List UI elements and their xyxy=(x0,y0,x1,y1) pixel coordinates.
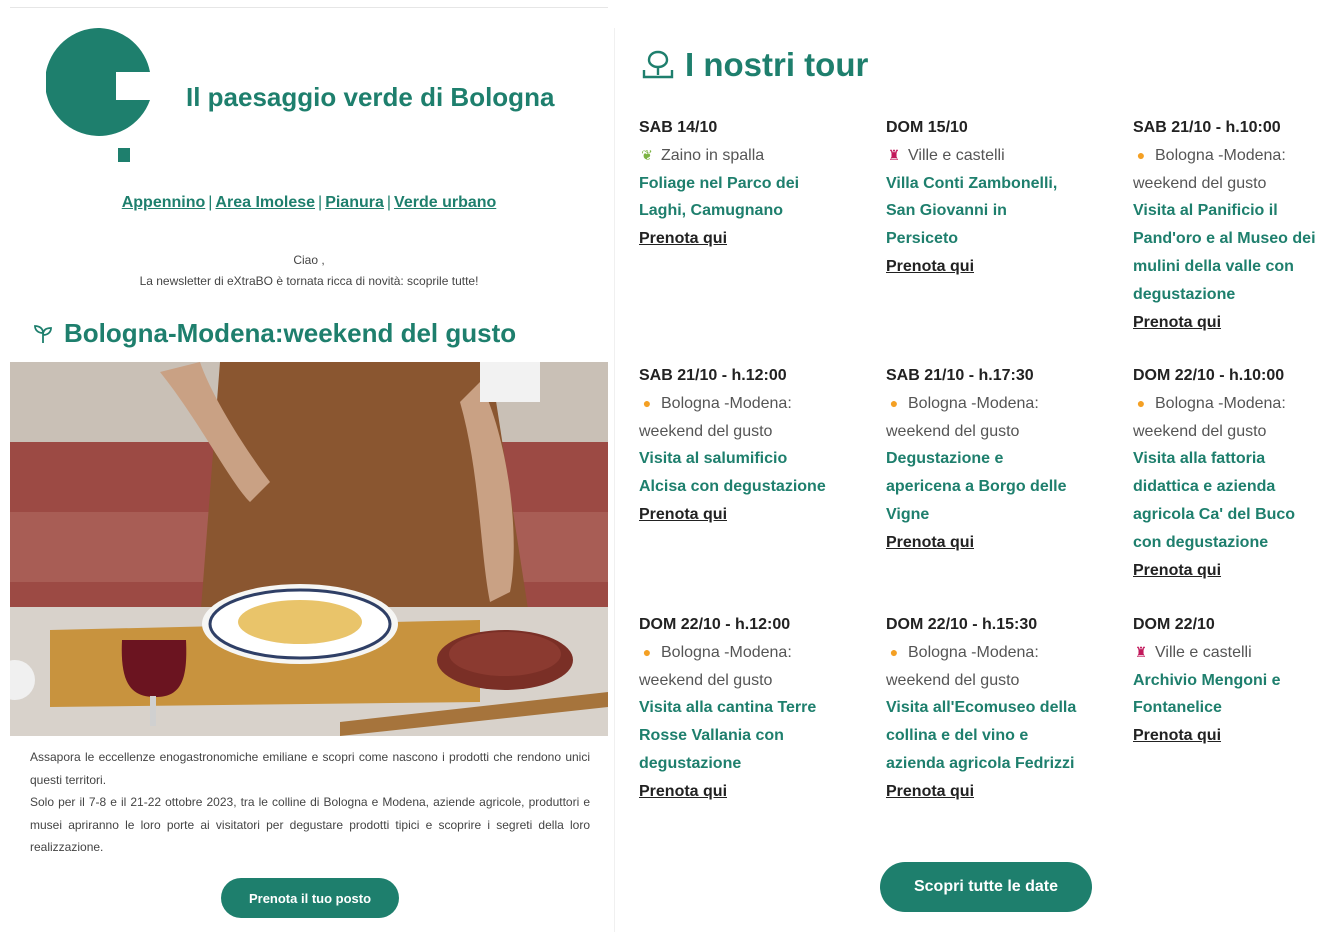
tour-card: SAB 21/10 - h.10:00 ● Bologna -Modena: we… xyxy=(1133,114,1319,336)
book-here-link[interactable]: Prenota qui xyxy=(1133,722,1319,750)
tour-category-label: Zaino in spalla xyxy=(661,146,765,164)
book-your-spot-button[interactable]: Prenota il tuo posto xyxy=(221,878,399,918)
yum-face-icon: ● xyxy=(642,394,652,411)
feature-title-text: Bologna-Modena:weekend del gusto xyxy=(64,318,517,348)
book-here-link[interactable]: Prenota qui xyxy=(886,778,1082,806)
tour-category: ● Bologna -Modena: weekend del gusto xyxy=(639,390,835,446)
tour-title[interactable]: Archivio Mengoni e Fontanelice xyxy=(1133,667,1319,723)
tour-category: ● Bologna -Modena: weekend del gusto xyxy=(886,639,1082,695)
tour-date: DOM 15/10 xyxy=(886,119,968,136)
nav-separator: | xyxy=(386,194,392,211)
tour-category: ● Bologna -Modena: weekend del gusto xyxy=(1133,390,1319,446)
book-here-link[interactable]: Prenota qui xyxy=(1133,557,1319,585)
tour-title[interactable]: Visita al salumificio Alcisa con degusta… xyxy=(639,445,835,501)
tours-title: I nostri tour xyxy=(641,46,868,84)
castle-icon: ♜ xyxy=(887,146,901,163)
feature-title: Bologna-Modena:weekend del gusto xyxy=(32,318,516,349)
tour-category: ● Bologna -Modena: weekend del gusto xyxy=(639,639,835,695)
tour-card: DOM 22/10 - h.12:00 ● Bologna -Modena: we… xyxy=(639,611,835,806)
tour-category-label: Bologna -Modena: weekend del gusto xyxy=(1133,146,1286,192)
nav-separator: | xyxy=(318,194,323,211)
discover-all-dates-button[interactable]: Scopri tutte le date xyxy=(880,862,1092,912)
greeting: Ciao , xyxy=(293,253,325,267)
tour-category-label: Ville e castelli xyxy=(908,146,1005,164)
nav-link-verde-urbano[interactable]: Verde urbano xyxy=(394,194,496,211)
feature-description: Assapora le eccellenze enogastronomiche … xyxy=(30,746,590,859)
tour-card: SAB 21/10 - h.17:30 ● Bologna -Modena: we… xyxy=(886,362,1082,557)
hero-image-cook-pasta xyxy=(10,362,608,736)
tour-category: ● Bologna -Modena: weekend del gusto xyxy=(886,390,1082,446)
yum-face-icon: ● xyxy=(889,643,899,660)
tour-date: SAB 21/10 - h.17:30 xyxy=(886,367,1034,384)
tour-category-label: Bologna -Modena: weekend del gusto xyxy=(639,394,792,440)
castle-icon: ♜ xyxy=(1134,643,1148,660)
nav-separator: | xyxy=(208,194,213,211)
tour-date: SAB 21/10 - h.10:00 xyxy=(1133,119,1281,136)
book-here-link[interactable]: Prenota qui xyxy=(639,225,835,253)
yum-face-icon: ● xyxy=(1136,394,1146,411)
tour-category-label: Bologna -Modena: weekend del gusto xyxy=(886,643,1039,689)
book-here-link[interactable]: Prenota qui xyxy=(639,778,835,806)
tour-date: DOM 22/10 - h.12:00 xyxy=(639,616,791,633)
nav-link-appennino[interactable]: Appennino xyxy=(122,194,206,211)
nav-link-area-imolese[interactable]: Area Imolese xyxy=(215,194,315,211)
tour-category: ♜ Ville e castelli xyxy=(886,142,1082,170)
tour-title[interactable]: Visita all'Ecomuseo della collina e del … xyxy=(886,694,1082,777)
greeting-block: Ciao , La newsletter di eXtraBO è tornat… xyxy=(10,250,608,292)
tours-column: I nostri tour SAB 14/10 ❦ Zaino in spalla… xyxy=(615,0,1322,932)
tour-category-label: Ville e castelli xyxy=(1155,643,1252,661)
leaf-icon: ❦ xyxy=(641,146,653,163)
tour-date: SAB 21/10 - h.12:00 xyxy=(639,367,787,384)
tour-title[interactable]: Degustazione e apericena a Borgo delle V… xyxy=(886,445,1082,528)
top-divider xyxy=(10,7,608,8)
tour-date: SAB 14/10 xyxy=(639,119,718,136)
tour-card: DOM 22/10 ♜ Ville e castelli Archivio Men… xyxy=(1133,611,1319,750)
feature-paragraph: Assapora le eccellenze enogastronomiche … xyxy=(30,750,590,787)
tour-category: ❦ Zaino in spalla xyxy=(639,142,835,170)
tour-card: SAB 21/10 - h.12:00 ● Bologna -Modena: we… xyxy=(639,362,835,529)
yum-face-icon: ● xyxy=(1136,146,1146,163)
tours-title-text: I nostri tour xyxy=(685,46,869,83)
tour-title[interactable]: Villa Conti Zambonelli, San Giovanni in … xyxy=(886,170,1082,253)
tour-date: DOM 22/10 - h.15:30 xyxy=(886,616,1038,633)
tour-card: SAB 14/10 ❦ Zaino in spalla Foliage nel P… xyxy=(639,114,835,253)
book-here-link[interactable]: Prenota qui xyxy=(886,253,1082,281)
book-here-link[interactable]: Prenota qui xyxy=(639,501,835,529)
tour-title[interactable]: Visita al Panificio il Pand'oro e al Mus… xyxy=(1133,197,1319,308)
tour-category: ● Bologna -Modena: weekend del gusto xyxy=(1133,142,1319,198)
tour-title[interactable]: Visita alla fattoria didattica e azienda… xyxy=(1133,445,1319,556)
book-here-link[interactable]: Prenota qui xyxy=(886,529,1082,557)
yum-face-icon: ● xyxy=(889,394,899,411)
tree-location-icon xyxy=(642,50,674,79)
tour-date: DOM 22/10 xyxy=(1133,616,1215,633)
intro-text: La newsletter di eXtraBO è tornata ricca… xyxy=(139,274,479,288)
extrabo-logo xyxy=(46,28,150,162)
tour-category-label: Bologna -Modena: weekend del gusto xyxy=(1133,394,1286,440)
brand-title: Il paesaggio verde di Bologna xyxy=(186,82,555,112)
newsletter-left-column: Il paesaggio verde di Bologna Appennino |… xyxy=(10,0,608,932)
region-nav: Appennino | Area Imolese | Pianura | Verde urb… xyxy=(10,194,608,212)
book-here-link[interactable]: Prenota qui xyxy=(1133,309,1319,337)
tour-title[interactable]: Foliage nel Parco dei Laghi, Camugnano xyxy=(639,170,835,226)
tour-title[interactable]: Visita alla cantina Terre Rosse Vallania… xyxy=(639,694,835,777)
feature-paragraph: Solo per il 7-8 e il 21-22 ottobre 2023,… xyxy=(30,795,590,854)
tour-category: ♜ Ville e castelli xyxy=(1133,639,1319,667)
tour-card: DOM 22/10 - h.15:30 ● Bologna -Modena: we… xyxy=(886,611,1082,806)
tour-card: DOM 22/10 - h.10:00 ● Bologna -Modena: we… xyxy=(1133,362,1319,584)
sprout-icon xyxy=(34,324,52,343)
tour-date: DOM 22/10 - h.10:00 xyxy=(1133,367,1285,384)
yum-face-icon: ● xyxy=(642,643,652,660)
tour-card: DOM 15/10 ♜ Ville e castelli Villa Conti … xyxy=(886,114,1082,281)
tour-category-label: Bologna -Modena: weekend del gusto xyxy=(886,394,1039,440)
tour-category-label: Bologna -Modena: weekend del gusto xyxy=(639,643,792,689)
nav-link-pianura[interactable]: Pianura xyxy=(325,194,384,211)
